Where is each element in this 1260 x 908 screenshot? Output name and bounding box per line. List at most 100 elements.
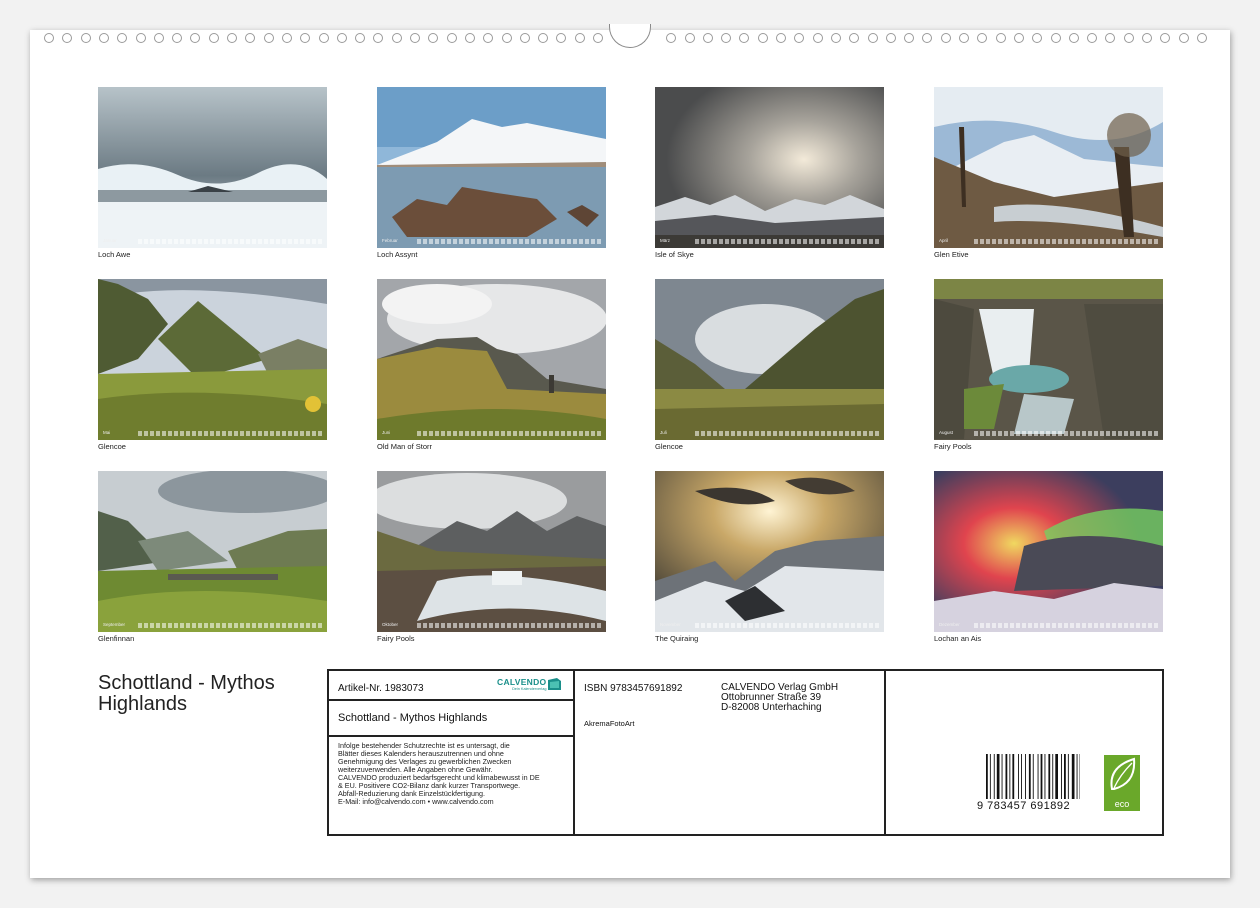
month-label: März bbox=[660, 238, 670, 243]
day-strip bbox=[974, 431, 1159, 436]
binding-hole bbox=[464, 33, 475, 43]
day-strip bbox=[417, 623, 602, 628]
photo-isle-of-skye: März bbox=[655, 87, 884, 248]
divider bbox=[573, 669, 575, 835]
binding-hole bbox=[995, 33, 1006, 43]
month-label: Dezember bbox=[939, 622, 960, 627]
binding-hole bbox=[757, 33, 768, 43]
photo-glencoe-2: Juli bbox=[655, 279, 884, 440]
divider bbox=[329, 735, 573, 737]
calendar-title: Schottland - Mythos Highlands bbox=[98, 673, 308, 715]
calvendo-calendar-icon bbox=[548, 678, 561, 690]
title-line-1: Schottland - Mythos bbox=[98, 672, 275, 694]
publisher-city: D-82008 Unterhaching bbox=[721, 702, 822, 713]
article-number: Artikel-Nr. 1983073 bbox=[338, 683, 424, 694]
day-strip bbox=[417, 239, 602, 244]
barcode-bar bbox=[1009, 754, 1011, 799]
binding-hole bbox=[574, 33, 585, 43]
photo-the-quiraing: November bbox=[655, 471, 884, 632]
binding-hole bbox=[1013, 33, 1024, 43]
day-strip bbox=[138, 239, 323, 244]
barcode-bar bbox=[986, 754, 988, 799]
photo-glen-etive: April bbox=[934, 87, 1163, 248]
divider bbox=[884, 669, 886, 835]
barcode-bar bbox=[1001, 754, 1003, 799]
caption-old-man-of-storr: Old Man of Storr bbox=[377, 442, 433, 451]
photo-fairy-pools-1: August bbox=[934, 279, 1163, 440]
barcode-bar bbox=[1012, 754, 1015, 799]
barcode-bar bbox=[989, 754, 991, 799]
binding-hole bbox=[593, 33, 603, 43]
binding-hole bbox=[1050, 33, 1061, 43]
month-label: September bbox=[103, 622, 126, 627]
divider bbox=[329, 699, 573, 701]
binding-hole bbox=[867, 33, 878, 43]
barcode bbox=[983, 754, 1086, 801]
product-title: Schottland - Mythos Highlands bbox=[338, 712, 488, 724]
legal-text: Infolge bestehender Schutzrechte ist es … bbox=[338, 742, 540, 806]
binding-hole bbox=[153, 33, 164, 43]
photo-glenfinnan: September bbox=[98, 471, 327, 632]
author: AkremaFotoArt bbox=[584, 719, 635, 728]
caption-glen-etive: Glen Etive bbox=[934, 250, 969, 259]
barcode-bar bbox=[1028, 754, 1031, 799]
barcode-bar bbox=[1071, 754, 1075, 799]
barcode-bar bbox=[1048, 754, 1051, 799]
month-label: August bbox=[939, 430, 954, 435]
binding-hole bbox=[135, 33, 146, 43]
caption-fairy-pools-1: Fairy Pools bbox=[934, 442, 972, 451]
binding-hole bbox=[318, 33, 329, 43]
photo-loch-assynt: Februar bbox=[377, 87, 606, 248]
brand-tagline: Dein Kalenderverlag bbox=[512, 687, 547, 691]
barcode-bar bbox=[993, 754, 995, 799]
barcode-digits: 9 783457 691892 bbox=[977, 800, 1071, 812]
binding-hole bbox=[391, 33, 402, 43]
photo-glencoe-1: Mai bbox=[98, 279, 327, 440]
barcode-bar bbox=[1055, 754, 1058, 799]
day-strip bbox=[138, 431, 323, 436]
binding-hole bbox=[446, 33, 457, 43]
barcode-bar bbox=[1018, 754, 1019, 799]
barcode-bar bbox=[1005, 754, 1008, 799]
brand-name: CALVENDO bbox=[497, 677, 547, 687]
month-label: Mai bbox=[103, 430, 111, 435]
binding-hole bbox=[684, 33, 695, 43]
month-label: Januar bbox=[103, 238, 117, 243]
barcode-bar bbox=[1067, 754, 1069, 799]
title-line-2: Highlands bbox=[98, 693, 187, 715]
legal-line: E-Mail: info@calvendo.com • www.calvendo… bbox=[338, 797, 494, 806]
caption-glencoe-2: Glencoe bbox=[655, 442, 683, 451]
barcode-bar bbox=[1076, 754, 1078, 799]
binding-hole bbox=[830, 33, 841, 43]
binding-hole bbox=[410, 33, 420, 43]
barcode-bar bbox=[1032, 754, 1034, 799]
binding-hole bbox=[208, 33, 219, 43]
barcode-bar bbox=[1052, 754, 1054, 799]
month-label: April bbox=[939, 238, 949, 243]
binding-hole bbox=[227, 33, 237, 43]
month-label: Oktober bbox=[382, 622, 399, 627]
eco-label: eco bbox=[1114, 799, 1130, 809]
barcode-bar bbox=[1064, 754, 1066, 799]
binding-hole bbox=[1123, 33, 1134, 43]
month-label: November bbox=[660, 622, 681, 627]
binding-hole bbox=[812, 33, 823, 43]
binding-hole bbox=[885, 33, 896, 43]
barcode-bar bbox=[1037, 754, 1039, 799]
month-label: Februar bbox=[382, 238, 398, 243]
binding-hole bbox=[98, 33, 109, 43]
binding-hole bbox=[702, 33, 713, 43]
caption-the-quiraing: The Quiraing bbox=[655, 634, 699, 643]
caption-loch-awe: Loch Awe bbox=[98, 250, 131, 259]
caption-glencoe-1: Glencoe bbox=[98, 442, 126, 451]
photo-old-man-of-storr: Juni bbox=[377, 279, 606, 440]
photo-loch-awe: Januar bbox=[98, 87, 327, 248]
day-strip bbox=[138, 623, 323, 628]
day-strip bbox=[417, 431, 602, 436]
caption-fairy-pools-2: Fairy Pools bbox=[377, 634, 415, 643]
binding-hole bbox=[1142, 33, 1152, 43]
barcode-bar bbox=[1044, 754, 1046, 799]
barcode-bar bbox=[1025, 754, 1026, 799]
binding-hole bbox=[1178, 33, 1189, 43]
binding-hole bbox=[776, 33, 786, 43]
